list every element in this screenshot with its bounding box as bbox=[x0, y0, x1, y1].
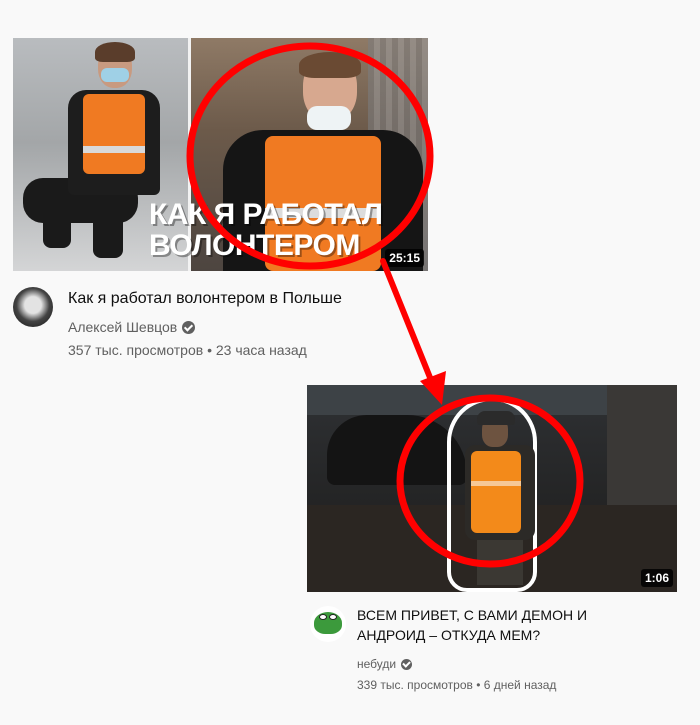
person-left-leg bbox=[93, 198, 123, 258]
person-left-vest bbox=[83, 94, 145, 174]
thumbnail-overlay-text-line1: КАК Я РАБОТАЛ bbox=[149, 198, 383, 231]
channel-avatar-2[interactable] bbox=[310, 606, 346, 642]
annotation-arrow-line bbox=[380, 258, 436, 388]
channel-avatar-1[interactable] bbox=[13, 287, 53, 327]
vest-stripe bbox=[471, 481, 521, 486]
video-title-1[interactable]: Как я работал волонтером в Польше bbox=[68, 288, 342, 310]
person-right-hair bbox=[299, 52, 361, 78]
video-title-2[interactable]: ВСЕМ ПРИВЕТ, С ВАМИ ДЕМОН И АНДРОИД – ОТ… bbox=[357, 605, 657, 645]
verified-check-icon bbox=[182, 320, 196, 334]
channel-name-2[interactable]: небуди bbox=[357, 656, 413, 672]
thumbnail-overlay-text-line2: ВОЛОНТЕРОМ bbox=[149, 229, 360, 262]
video-meta-2: 339 тыс. просмотров • 6 дней назад bbox=[357, 678, 557, 692]
video-thumbnail-1[interactable]: КАК Я РАБОТАЛ ВОЛОНТЕРОМ 25:15 bbox=[13, 38, 428, 271]
video-duration-badge: 1:06 bbox=[640, 569, 673, 587]
frog-eye bbox=[329, 614, 337, 620]
vest-stripe bbox=[83, 146, 145, 153]
person-left-leg bbox=[43, 203, 71, 248]
game-character-legs bbox=[477, 535, 523, 585]
video-meta-1: 357 тыс. просмотров • 23 часа назад bbox=[68, 342, 307, 358]
person-left-hair bbox=[95, 42, 135, 62]
game-scene-car bbox=[327, 415, 467, 485]
game-character-cap bbox=[477, 411, 515, 425]
video-thumbnail-2[interactable]: 1:06 bbox=[307, 385, 677, 592]
channel-name-1[interactable]: Алексей Шевцов bbox=[68, 318, 196, 336]
verified-check-icon bbox=[401, 658, 413, 670]
channel-name-label[interactable]: небуди bbox=[357, 656, 396, 672]
frog-eye bbox=[319, 614, 327, 620]
game-character-vest bbox=[471, 451, 521, 533]
channel-name-label[interactable]: Алексей Шевцов bbox=[68, 318, 177, 336]
person-left-mask bbox=[101, 68, 129, 82]
video-duration-badge: 25:15 bbox=[385, 249, 424, 267]
person-right-mask bbox=[307, 106, 351, 130]
